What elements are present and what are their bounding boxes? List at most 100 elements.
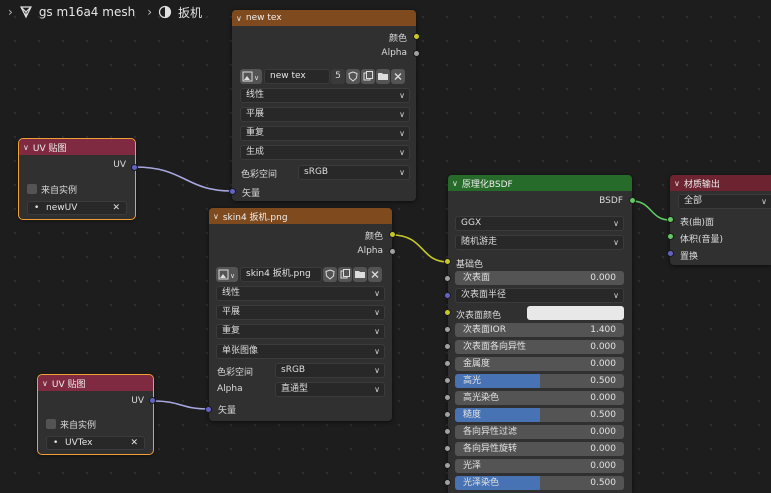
subsurface-anisotropy-slider[interactable]: 次表面各向异性 0.000 <box>455 340 624 354</box>
slider-value: 0.000 <box>590 461 616 471</box>
from-instancer-checkbox[interactable] <box>46 419 56 429</box>
socket-subsurface-color-input[interactable] <box>444 309 451 316</box>
socket-anisotropic-rotation-input[interactable] <box>444 445 451 452</box>
subsurface-method-dropdown[interactable]: 随机游走 ∨ <box>455 235 624 250</box>
projection-dropdown[interactable]: 平展 ∨ <box>240 107 410 122</box>
interpolation-dropdown[interactable]: 线性 ∨ <box>240 88 410 103</box>
socket-roughness-input[interactable] <box>444 411 451 418</box>
image-name-field[interactable]: new tex <box>264 69 330 84</box>
socket-subsurface-ior-input[interactable] <box>444 326 451 333</box>
anisotropic-rotation-slider[interactable]: 各向异性旋转 0.000 <box>455 442 624 456</box>
duplicate-icon[interactable] <box>338 267 352 282</box>
socket-color-output[interactable] <box>389 231 396 238</box>
source-dropdown[interactable]: 单张图像 ∨ <box>216 344 385 359</box>
socket-vector-input[interactable] <box>229 188 236 195</box>
socket-subsurface-input[interactable] <box>444 275 451 282</box>
specular-tint-slider[interactable]: 高光染色 0.000 <box>455 391 624 405</box>
image-texture-node-skin[interactable]: ∨ skin4 扳机.png 颜色 Alpha ∨ skin4 扳机.png 线… <box>209 208 392 421</box>
slider-label: 各向异性旋转 <box>463 444 518 454</box>
node-header[interactable]: ∨ UV 贴图 <box>19 139 135 155</box>
base-color-label: 基础色 <box>456 260 484 270</box>
socket-anisotropic-input[interactable] <box>444 428 451 435</box>
node-header[interactable]: ∨ skin4 扳机.png <box>209 208 392 224</box>
open-folder-icon[interactable] <box>376 69 390 84</box>
slider-label: 次表面 <box>463 273 491 283</box>
duplicate-icon[interactable] <box>361 69 375 84</box>
socket-alpha-output[interactable] <box>389 248 396 255</box>
socket-volume-input[interactable] <box>667 233 674 240</box>
socket-vector-input[interactable] <box>205 406 212 413</box>
anisotropic-slider[interactable]: 各向异性过滤 0.000 <box>455 425 624 439</box>
metallic-slider[interactable]: 金属度 0.000 <box>455 357 624 371</box>
specular-slider[interactable]: 高光 0.500 <box>455 374 624 388</box>
socket-sheen-tint-input[interactable] <box>444 479 451 486</box>
socket-uv-output[interactable] <box>131 164 138 171</box>
roughness-slider[interactable]: 糙度 0.500 <box>455 408 624 422</box>
image-browse-button[interactable]: ∨ <box>240 69 262 84</box>
collapse-chevron-icon[interactable]: ∨ <box>674 179 680 188</box>
collapse-chevron-icon[interactable]: ∨ <box>213 212 219 221</box>
uv-map-node-uvtex[interactable]: ∨ UV 贴图 UV 来自实例 • UVTex ✕ <box>37 374 154 455</box>
node-header[interactable]: ∨ 原理化BSDF <box>448 175 632 191</box>
projection-dropdown[interactable]: 平展 ∨ <box>216 305 385 320</box>
projection-value: 平展 <box>246 109 265 119</box>
socket-bsdf-output[interactable] <box>629 197 636 204</box>
colorspace-dropdown[interactable]: sRGB ∨ <box>275 363 385 378</box>
open-folder-icon[interactable] <box>353 267 367 282</box>
socket-displacement-input[interactable] <box>667 250 674 257</box>
subsurface-ior-slider[interactable]: 次表面IOR 1.400 <box>455 323 624 337</box>
uv-map-field[interactable]: • newUV ✕ <box>27 201 127 215</box>
collapse-chevron-icon[interactable]: ∨ <box>23 143 29 152</box>
from-instancer-checkbox[interactable] <box>27 184 37 194</box>
input-displacement-label: 置换 <box>680 252 699 262</box>
fake-user-shield-icon[interactable] <box>323 267 337 282</box>
socket-specular-input[interactable] <box>444 377 451 384</box>
output-target-dropdown[interactable]: 全部 ∨ <box>678 194 771 209</box>
socket-subsurface-radius-input[interactable] <box>444 292 451 299</box>
socket-metallic-input[interactable] <box>444 360 451 367</box>
image-browse-button[interactable]: ∨ <box>216 267 238 282</box>
unlink-close-icon[interactable] <box>368 267 382 282</box>
extension-dropdown[interactable]: 重复 ∨ <box>240 126 410 141</box>
socket-surface-input[interactable] <box>667 216 674 223</box>
socket-subsurface-anisotropy-input[interactable] <box>444 343 451 350</box>
source-dropdown[interactable]: 生成 ∨ <box>240 145 410 160</box>
collapse-chevron-icon[interactable]: ∨ <box>236 14 242 23</box>
sheen-tint-slider[interactable]: 光泽染色 0.500 <box>455 476 624 490</box>
collapse-chevron-icon[interactable]: ∨ <box>42 379 48 388</box>
node-header[interactable]: ∨ new tex <box>232 10 416 26</box>
distribution-dropdown[interactable]: GGX ∨ <box>455 216 624 231</box>
subsurface-slider[interactable]: 次表面 0.000 <box>455 271 624 285</box>
breadcrumb-mesh[interactable]: gs m16a4 mesh <box>39 5 135 19</box>
uv-map-field[interactable]: • UVTex ✕ <box>46 436 145 450</box>
socket-color-output[interactable] <box>413 33 420 40</box>
principled-bsdf-node[interactable]: ∨ 原理化BSDF BSDF GGX ∨ 随机游走 ∨ 基础色 次表面 0.000 … <box>448 175 632 493</box>
socket-alpha-output[interactable] <box>413 50 420 57</box>
node-header[interactable]: ∨ UV 贴图 <box>38 375 153 391</box>
socket-sheen-input[interactable] <box>444 462 451 469</box>
subsurface-color-swatch[interactable] <box>527 306 624 320</box>
socket-uv-output[interactable] <box>149 397 156 404</box>
sheen-slider[interactable]: 光泽 0.000 <box>455 459 624 473</box>
interpolation-dropdown[interactable]: 线性 ∨ <box>216 286 385 301</box>
socket-base-color-input[interactable] <box>444 258 451 265</box>
collapse-chevron-icon[interactable]: ∨ <box>452 179 458 188</box>
breadcrumb-material[interactable]: 扳机 <box>178 4 202 21</box>
image-name-field[interactable]: skin4 扳机.png <box>240 267 322 282</box>
slider-value: 0.000 <box>590 342 616 352</box>
colorspace-dropdown[interactable]: sRGB ∨ <box>298 165 410 180</box>
material-output-node[interactable]: ∨ 材质输出 全部 ∨ 表(曲)面 体积(音量) 置换 <box>670 175 771 265</box>
clear-icon[interactable]: ✕ <box>130 437 138 449</box>
socket-specular-tint-input[interactable] <box>444 394 451 401</box>
alpha-mode-dropdown[interactable]: 直通型 ∨ <box>275 382 385 397</box>
unlink-close-icon[interactable] <box>391 69 405 84</box>
image-users-count[interactable]: 5 <box>331 69 345 84</box>
clear-icon[interactable]: ✕ <box>112 202 120 214</box>
extension-dropdown[interactable]: 重复 ∨ <box>216 324 385 339</box>
fake-user-shield-icon[interactable] <box>346 69 360 84</box>
image-texture-node-newtex[interactable]: ∨ new tex 颜色 Alpha ∨ new tex 5 线性 ∨ 平展 ∨ 重… <box>232 10 416 201</box>
subsurface-radius-dropdown[interactable]: 次表面半径 ∨ <box>455 288 624 303</box>
uv-map-node-newuv[interactable]: ∨ UV 贴图 UV 来自实例 • newUV ✕ <box>18 138 136 220</box>
node-header[interactable]: ∨ 材质输出 <box>670 175 771 191</box>
uv-map-name: UVTex <box>65 438 93 448</box>
